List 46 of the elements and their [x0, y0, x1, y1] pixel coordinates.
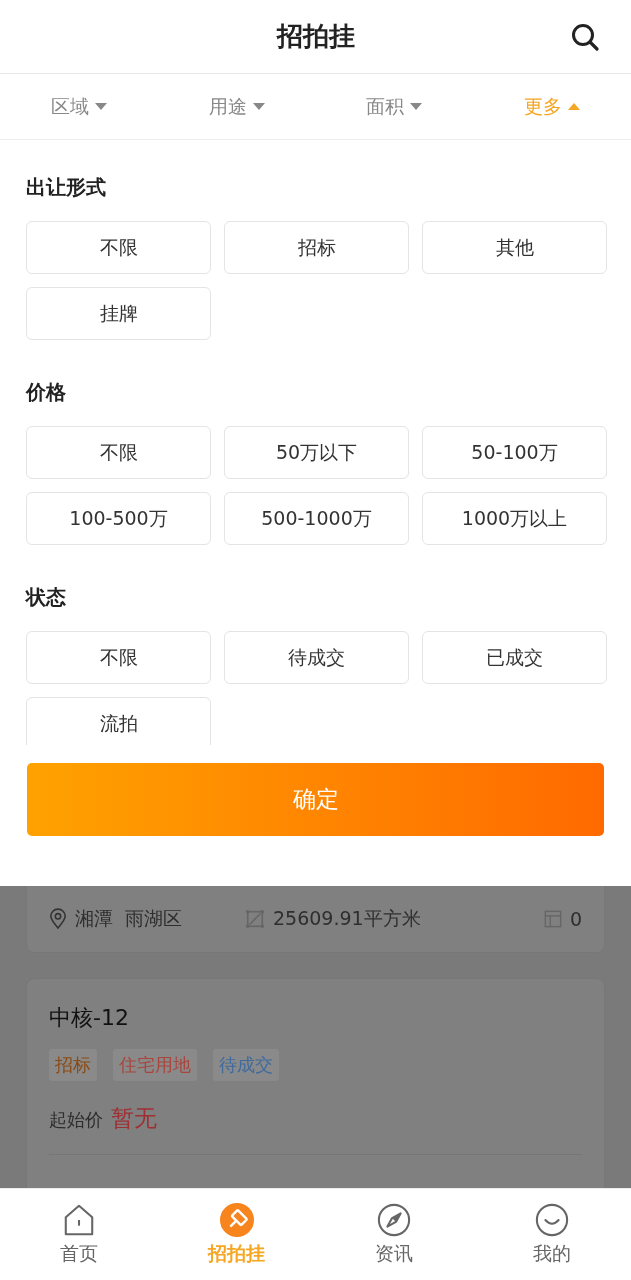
section-title: 状态 [26, 584, 67, 611]
tag: 住宅用地 [113, 1049, 197, 1081]
caret-icon [252, 102, 265, 111]
option-chip[interactable]: 招标 [224, 221, 409, 274]
option-chip[interactable]: 50万以下 [224, 426, 409, 479]
caret-icon [410, 102, 423, 111]
tag: 待成交 [213, 1049, 279, 1081]
filter-tab[interactable]: 用途 [157, 74, 316, 139]
caret-icon [94, 102, 107, 111]
section-title: 价格 [26, 379, 67, 406]
section-title: 出让形式 [26, 174, 107, 201]
option-chip[interactable]: 其他 [422, 221, 607, 274]
price-label: 起始价 [49, 1108, 103, 1132]
filter-tab[interactable]: 面积 [315, 74, 474, 139]
location-text: 湘潭 雨湖区 [75, 906, 183, 931]
count-text: 0 [569, 908, 582, 930]
nav-tab[interactable]: 首页 [0, 1189, 158, 1280]
option-chip[interactable]: 1000万以上 [422, 492, 607, 545]
area-icon [245, 909, 265, 929]
option-chip[interactable]: 已成交 [422, 631, 607, 684]
page-title: 招拍挂 [276, 20, 355, 53]
smile-icon [535, 1202, 570, 1237]
tag: 招标 [49, 1049, 97, 1081]
compass-icon [377, 1202, 412, 1237]
layout-icon [543, 910, 562, 928]
listing-card[interactable]: 湘潭 雨湖区 25609.91平方米 0 [26, 886, 605, 953]
option-chip[interactable]: 流拍 [26, 697, 211, 745]
nav-tab[interactable]: 我的 [473, 1189, 631, 1280]
hammer-icon [219, 1202, 254, 1237]
option-chip[interactable]: 不限 [26, 631, 211, 684]
caret-icon [568, 102, 581, 111]
filter-tab[interactable]: 区域 [0, 74, 158, 139]
search-icon[interactable] [570, 22, 600, 52]
option-chip[interactable]: 不限 [26, 426, 211, 479]
option-chip[interactable]: 100-500万 [26, 492, 211, 545]
option-chip[interactable]: 待成交 [224, 631, 409, 684]
option-chip[interactable]: 挂牌 [26, 287, 211, 340]
option-chip[interactable]: 500-1000万 [224, 492, 409, 545]
listing-card[interactable]: 中核-12 招标 住宅用地 待成交 起始价 暂无 [26, 978, 605, 1188]
nav-tab[interactable]: 资讯 [315, 1189, 474, 1280]
option-chip[interactable]: 50-100万 [422, 426, 607, 479]
area-text: 25609.91平方米 [273, 906, 421, 931]
option-chip[interactable]: 不限 [26, 221, 211, 274]
location-pin-icon [49, 908, 67, 930]
price-value: 暂无 [111, 1104, 157, 1133]
listing-title: 中核-12 [49, 1004, 130, 1032]
